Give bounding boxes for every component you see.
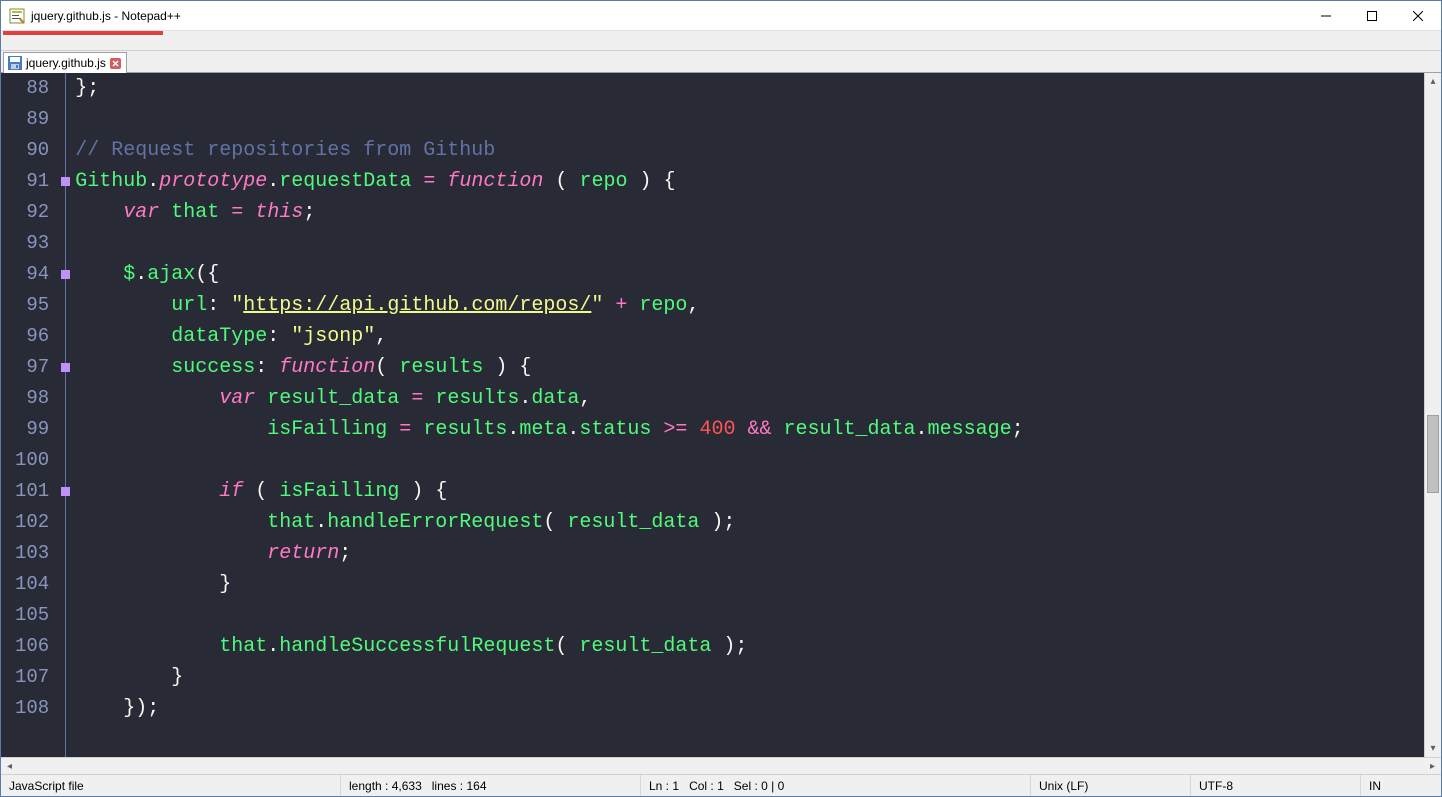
line-number[interactable]: 104 (15, 569, 49, 600)
code-line[interactable]: } (75, 662, 1424, 693)
save-icon (8, 56, 22, 70)
status-bar: JavaScript file length : 4,633 lines : 1… (1, 774, 1441, 796)
fold-marker[interactable] (61, 177, 70, 186)
hscroll-track[interactable] (18, 758, 1424, 774)
code-line[interactable]: Github.prototype.requestData = function … (75, 166, 1424, 197)
line-number[interactable]: 93 (15, 228, 49, 259)
status-length: length : 4,633 lines : 164 (341, 775, 641, 796)
line-number[interactable]: 90 (15, 135, 49, 166)
fold-marker[interactable] (61, 270, 70, 279)
fold-marker[interactable] (61, 487, 70, 496)
titlebar[interactable]: jquery.github.js - Notepad++ (1, 1, 1441, 31)
code-line[interactable]: var that = this; (75, 197, 1424, 228)
app-window: jquery.github.js - Notepad++ jquery.gith… (0, 0, 1442, 797)
line-number[interactable]: 99 (15, 414, 49, 445)
code-line[interactable]: that.handleSuccessfulRequest( result_dat… (75, 631, 1424, 662)
menubar[interactable] (1, 31, 1441, 51)
code-line[interactable]: that.handleErrorRequest( result_data ); (75, 507, 1424, 538)
line-number[interactable]: 106 (15, 631, 49, 662)
line-number[interactable]: 100 (15, 445, 49, 476)
status-insert-mode: IN (1361, 775, 1441, 796)
line-number[interactable]: 96 (15, 321, 49, 352)
scroll-up-icon[interactable]: ▴ (1425, 73, 1441, 90)
code-editor[interactable]: 8889909192939495969798991001011021031041… (1, 73, 1424, 757)
scroll-right-icon[interactable]: ▸ (1424, 758, 1441, 775)
code-line[interactable]: }; (75, 73, 1424, 104)
code-line[interactable]: if ( isFailling ) { (75, 476, 1424, 507)
line-number[interactable]: 103 (15, 538, 49, 569)
line-number[interactable]: 97 (15, 352, 49, 383)
code-line[interactable]: success: function( results ) { (75, 352, 1424, 383)
code-line[interactable] (75, 445, 1424, 476)
code-line[interactable]: } (75, 569, 1424, 600)
line-number[interactable]: 98 (15, 383, 49, 414)
close-button[interactable] (1395, 1, 1441, 31)
code-line[interactable] (75, 104, 1424, 135)
vscroll-track[interactable] (1425, 90, 1441, 740)
line-number[interactable]: 94 (15, 259, 49, 290)
code-line[interactable]: var result_data = results.data, (75, 383, 1424, 414)
code-line[interactable]: $.ajax({ (75, 259, 1424, 290)
line-number[interactable]: 91 (15, 166, 49, 197)
maximize-button[interactable] (1349, 1, 1395, 31)
code-line[interactable]: }); (75, 693, 1424, 724)
vertical-scrollbar[interactable]: ▴ ▾ (1424, 73, 1441, 757)
status-position: Ln : 1 Col : 1 Sel : 0 | 0 (641, 775, 1031, 796)
scroll-left-icon[interactable]: ◂ (1, 758, 18, 775)
line-number[interactable]: 95 (15, 290, 49, 321)
line-number[interactable]: 92 (15, 197, 49, 228)
editor-area: 8889909192939495969798991001011021031041… (1, 73, 1441, 774)
minimize-button[interactable] (1303, 1, 1349, 31)
line-number[interactable]: 108 (15, 693, 49, 724)
vscroll-thumb[interactable] (1427, 415, 1439, 493)
line-number[interactable]: 105 (15, 600, 49, 631)
tab-active-indicator (3, 31, 163, 35)
code-line[interactable]: return; (75, 538, 1424, 569)
status-encoding: UTF-8 (1191, 775, 1361, 796)
line-number[interactable]: 101 (15, 476, 49, 507)
horizontal-scrollbar[interactable]: ◂ ▸ (1, 757, 1441, 774)
code-line[interactable]: isFailling = results.meta.status >= 400 … (75, 414, 1424, 445)
fold-column[interactable] (59, 73, 73, 757)
app-icon (9, 8, 25, 24)
code-line[interactable]: // Request repositories from Github (75, 135, 1424, 166)
status-eol: Unix (LF) (1031, 775, 1191, 796)
fold-marker[interactable] (61, 363, 70, 372)
line-number[interactable]: 88 (15, 73, 49, 104)
tab-label: jquery.github.js (26, 56, 106, 70)
scroll-down-icon[interactable]: ▾ (1425, 740, 1441, 757)
file-tab[interactable]: jquery.github.js (3, 52, 127, 73)
code-line[interactable]: url: "https://api.github.com/repos/" + r… (75, 290, 1424, 321)
line-number[interactable]: 107 (15, 662, 49, 693)
code-line[interactable] (75, 228, 1424, 259)
tab-bar[interactable]: jquery.github.js (1, 51, 1441, 73)
code-content[interactable]: }; // Request repositories from GithubGit… (73, 73, 1424, 757)
tab-close-icon[interactable] (110, 57, 122, 69)
status-filetype: JavaScript file (1, 775, 341, 796)
line-number-gutter[interactable]: 8889909192939495969798991001011021031041… (1, 73, 59, 757)
line-number[interactable]: 102 (15, 507, 49, 538)
line-number[interactable]: 89 (15, 104, 49, 135)
code-line[interactable] (75, 600, 1424, 631)
window-title: jquery.github.js - Notepad++ (31, 9, 181, 23)
code-line[interactable]: dataType: "jsonp", (75, 321, 1424, 352)
